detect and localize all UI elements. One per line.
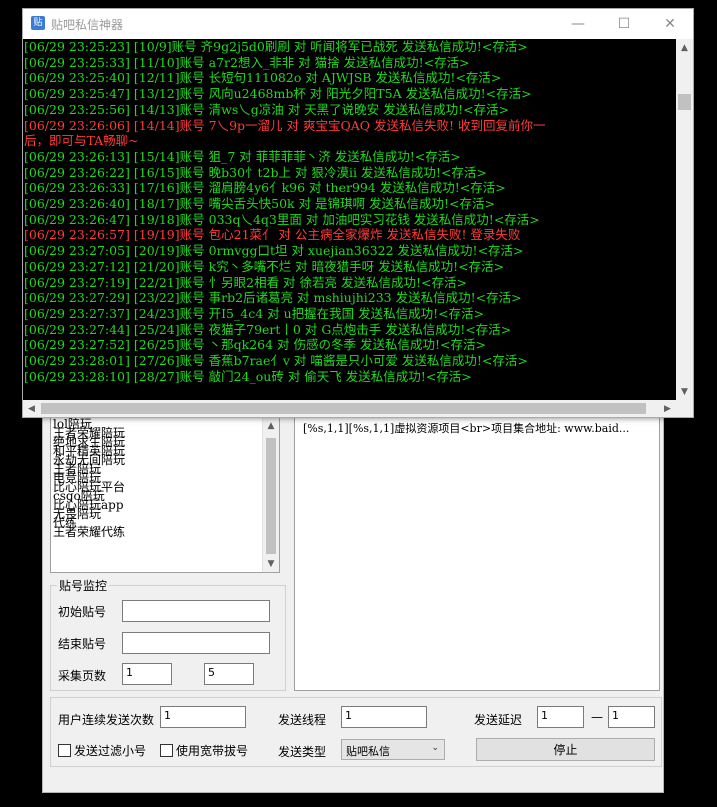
broadband-checkbox[interactable]: 使用宽带拔号: [160, 742, 248, 759]
delay-to-input[interactable]: 1: [608, 706, 655, 728]
log-line: [06/29 23:26:33] [17/16]账号 溜肩膀4y6亻k96 对 …: [24, 180, 506, 196]
checkbox-box[interactable]: [160, 744, 173, 757]
delay-from-input[interactable]: 1: [537, 706, 584, 728]
log-output[interactable]: [06/29 23:25:23] [10/9]账号 齐9g2j5d0刷刷 对 听…: [23, 39, 676, 400]
broadband-checkbox-label: 使用宽带拔号: [176, 744, 249, 758]
info-text: [%s,1,1][%s,1,1]虚拟资源项目<br>项目集合地址: www.ba…: [303, 422, 630, 435]
scroll-left-icon[interactable]: ◀: [23, 400, 40, 417]
log-line: [06/29 23:28:10] [28/27]账号 敲门24_ou砖 对 偷天…: [24, 368, 472, 384]
send-type-label: 发送类型: [278, 745, 327, 759]
filter-checkbox[interactable]: 发送过滤小号: [58, 742, 146, 759]
title-bar[interactable]: 贴 贴吧私信神器 — ☐ ✕: [23, 9, 693, 39]
log-line: [06/29 23:26:47] [19/18]账号 033q乀4q3里面 对 …: [24, 211, 540, 227]
scroll-thumb[interactable]: [266, 438, 276, 554]
log-line: [06/29 23:25:23] [10/9]账号 齐9g2j5d0刷刷 对 听…: [24, 39, 528, 54]
listbox-scrollbar[interactable]: ▲ ▼: [262, 418, 279, 572]
send-type-select[interactable]: 贴吧私信 ⌄: [341, 739, 445, 760]
log-line: [06/29 23:26:13] [15/14]账号 狙_7 对 菲菲菲菲丶济 …: [24, 148, 461, 164]
log-line: [06/29 23:27:19] [22/21]账号 忄另眼2相看 对 徐若亮 …: [24, 274, 467, 290]
start-post-input[interactable]: [122, 600, 270, 622]
log-line: [06/29 23:26:40] [18/17]账号 嘴尖舌头快50k 对 是锦…: [24, 196, 495, 211]
scroll-down-icon[interactable]: ▼: [676, 383, 693, 400]
threads-label: 发送线程: [278, 713, 327, 727]
pages-from-input[interactable]: 1: [122, 663, 172, 685]
log-line: 后，即可与TA畅聊~: [24, 133, 139, 149]
scroll-up-icon[interactable]: ▲: [263, 418, 279, 434]
log-line: [06/29 23:25:56] [14/13]账号 清ws乀g凉油 对 天黑了…: [24, 101, 510, 117]
bar-list: lol陪玩 王者荣耀陪玩 绝地求生陪玩 和平精英陪玩 永劫无间陪玩 王者陪玩 电竞陪玩 比心陪…: [53, 418, 261, 538]
scroll-right-icon[interactable]: ▶: [659, 400, 676, 417]
log-line: [06/29 23:27:37] [24/23]账号 开I5_4c4 对 u把握…: [24, 305, 485, 321]
start-post-label: 初始贴号: [58, 605, 107, 619]
consecutive-label: 用户连续发送次数: [58, 713, 155, 727]
list-item[interactable]: 王者荣耀代练: [53, 526, 261, 538]
close-icon[interactable]: ✕: [647, 9, 693, 39]
chevron-down-icon: ⌄: [431, 743, 439, 753]
log-line: [06/29 23:27:05] [20/19]账号 0rmvgg口t坦 对 x…: [24, 243, 524, 259]
scroll-thumb[interactable]: [41, 403, 646, 414]
bar-listbox[interactable]: lol陪玩 王者荣耀陪玩 绝地求生陪玩 和平精英陪玩 永劫无间陪玩 王者陪玩 电竞陪玩 比心陪…: [50, 417, 280, 573]
log-window: 贴 贴吧私信神器 — ☐ ✕ [06/29 23:25:23] [10/9]账号…: [22, 8, 694, 418]
pages-to-input[interactable]: 5: [204, 663, 254, 685]
send-type-value: 贴吧私信: [346, 745, 390, 758]
log-line: [06/29 23:27:12] [21/20]账号 k究丶多嘴不烂 对 暗夜猎…: [24, 258, 505, 274]
pages-label: 采集页数: [58, 669, 107, 683]
app-icon: 贴: [31, 16, 45, 30]
log-line: [06/29 23:26:06] [14/14]账号 7乀9p一溜儿 对 爽宝宝…: [24, 117, 546, 133]
scroll-up-icon[interactable]: ▲: [676, 39, 693, 56]
scrollbar-corner: [676, 400, 693, 417]
threads-input[interactable]: 1: [341, 706, 427, 728]
monitor-group-title: 贴号监控: [57, 577, 110, 594]
log-line: [06/29 23:25:47] [13/12]账号 风向u2468mb杯 对 …: [24, 86, 532, 102]
stop-button[interactable]: 停止: [476, 738, 655, 761]
delay-separator: —: [591, 710, 603, 724]
log-line: [06/29 23:27:44] [25/24]账号 夜猫子79ert丨0 对 …: [24, 321, 512, 337]
consecutive-input[interactable]: 1: [160, 706, 246, 728]
log-line: [06/29 23:27:29] [23/22]账号 事rb2后诸葛亮 对 ms…: [24, 290, 522, 306]
list-item[interactable]: 无畏陪玩: [53, 508, 261, 520]
info-textarea[interactable]: [%s,1,1][%s,1,1]虚拟资源项目<br>项目集合地址: www.ba…: [294, 409, 660, 691]
log-line: [06/29 23:25:40] [12/11]账号 长短句111082o 对 …: [24, 70, 502, 86]
end-post-input[interactable]: [122, 632, 270, 654]
maximize-icon[interactable]: ☐: [601, 9, 647, 39]
end-post-label: 结束贴号: [58, 637, 107, 651]
minimize-icon[interactable]: —: [555, 9, 601, 39]
log-line: [06/29 23:27:52] [26/25]账号 丶那qk264 对 伤感の…: [24, 337, 486, 353]
log-line: [06/29 23:28:01] [27/26]账号 香蕉b7rae亻v 对 喵…: [24, 353, 528, 368]
log-vertical-scrollbar[interactable]: ▲ ▼: [676, 39, 693, 400]
window-title: 贴吧私信神器: [51, 18, 124, 32]
checkbox-box[interactable]: [58, 744, 71, 757]
scroll-thumb[interactable]: [678, 94, 691, 110]
delay-label: 发送延迟: [474, 713, 523, 727]
log-line: [06/29 23:25:33] [11/10]账号 a7r2想入_非非 对 猫…: [24, 54, 470, 70]
filter-checkbox-label: 发送过滤小号: [74, 744, 147, 758]
scroll-down-icon[interactable]: ▼: [263, 556, 279, 572]
log-horizontal-scrollbar[interactable]: ◀ ▶: [23, 400, 676, 417]
log-line: [06/29 23:26:57] [19/19]账号 包心21菜亻 对 公主病全…: [24, 227, 521, 243]
log-line: [06/29 23:26:22] [16/15]账号 晚b30忄t2b上 对 狠…: [24, 164, 487, 180]
